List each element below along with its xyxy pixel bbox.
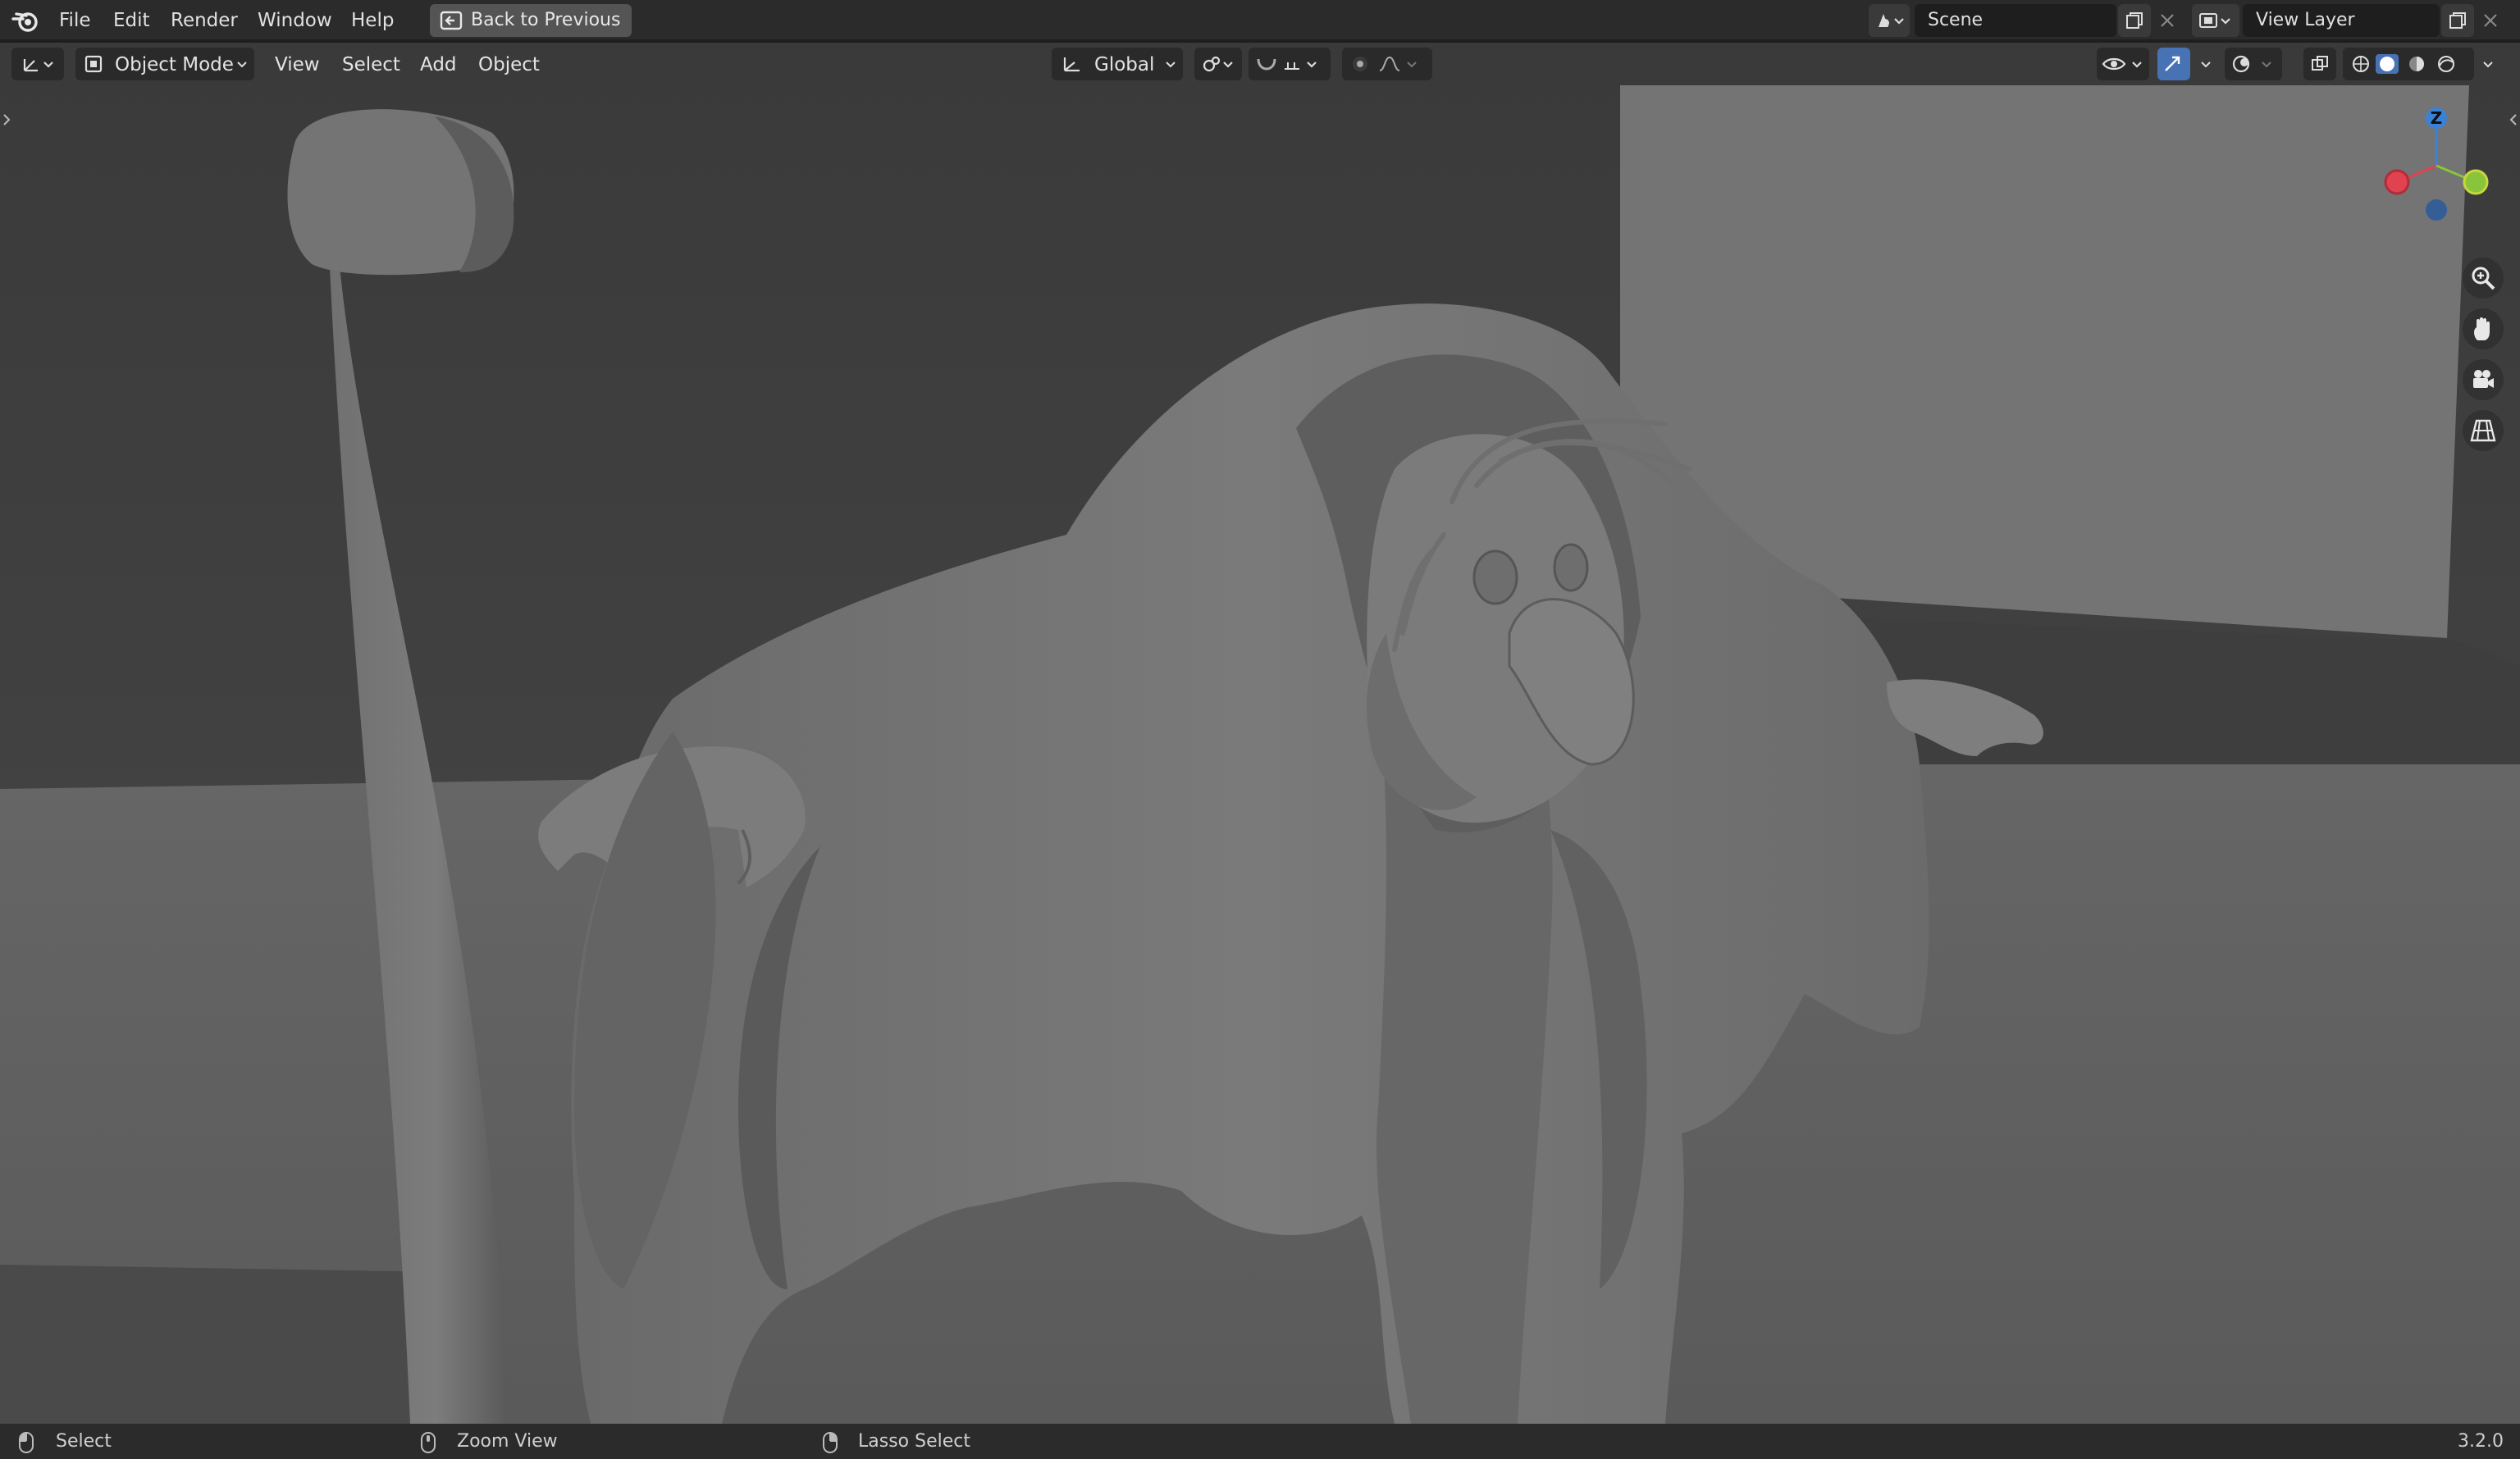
sculpt-render (0, 43, 2520, 1424)
mouse-left-icon (19, 1432, 34, 1453)
menu-select[interactable]: Select (342, 43, 400, 87)
mouse-right-icon (823, 1432, 838, 1453)
editor-type-button[interactable] (11, 48, 64, 80)
zoom-icon (2472, 267, 2495, 290)
mode-selector[interactable]: Object Mode (75, 48, 254, 80)
xray-toggle[interactable] (2303, 48, 2336, 80)
eye-icon (2102, 57, 2142, 71)
menu-window[interactable]: Window (258, 0, 332, 41)
menu-add[interactable]: Add (420, 43, 457, 87)
mode-label: Object Mode (115, 54, 234, 75)
gizmo-icon (2165, 56, 2180, 71)
scene-name: Scene (1928, 10, 1984, 30)
orientation-label: Global (1094, 54, 1155, 75)
status-lasso-select: Lasso Select (858, 1431, 970, 1452)
gizmo-toggle[interactable] (2157, 48, 2190, 80)
camera-icon (2473, 370, 2494, 388)
blender-logo-icon[interactable] (11, 7, 41, 34)
axes-icon (23, 59, 53, 72)
top-menu-bar: File Edit Render Window Help Back to Pre… (0, 0, 2520, 41)
chevron-down-icon (237, 62, 247, 68)
3d-viewport[interactable]: Object Mode View Select Add Object Globa… (0, 43, 2520, 1424)
pan-button[interactable] (2463, 308, 2504, 349)
mouse-middle-icon (421, 1432, 436, 1453)
back-arrow-icon (440, 11, 463, 30)
object-mode-icon (84, 55, 103, 73)
pivot-icon (1203, 56, 1233, 72)
new-view-layer-button[interactable] (2441, 4, 2474, 37)
snap-toggle[interactable] (1249, 48, 1331, 80)
proportional-editing-toggle[interactable] (1342, 48, 1432, 80)
zoom-button[interactable] (2463, 258, 2504, 299)
chevron-down-icon (2483, 62, 2493, 68)
chevron-down-icon (2201, 62, 2211, 68)
grid-icon (2470, 419, 2496, 442)
status-zoom-view: Zoom View (457, 1431, 558, 1452)
proportional-icon (1353, 56, 1417, 71)
version-label: 3.2.0 (2458, 1431, 2504, 1452)
orientation-icon (1063, 57, 1080, 72)
close-icon (2161, 14, 2174, 27)
magnet-icon (1257, 58, 1317, 71)
shading-mode-buttons[interactable] (2343, 48, 2474, 80)
view-layer-name: View Layer (2256, 10, 2355, 30)
duplicate-icon (2449, 12, 2466, 29)
new-scene-button[interactable] (2118, 4, 2151, 37)
status-select: Select (56, 1431, 112, 1452)
scene-browse-button[interactable] (1869, 4, 1910, 37)
chevron-down-icon (1166, 62, 1176, 68)
sidebar-expand-icon[interactable] (2509, 112, 2518, 128)
duplicate-icon (2126, 12, 2143, 29)
gizmo-z-label: Z (2431, 108, 2443, 128)
view-layer-browse-button[interactable] (2192, 4, 2239, 37)
visibility-selector[interactable] (2097, 48, 2149, 80)
ortho-toggle-button[interactable] (2463, 410, 2504, 451)
back-to-previous-button[interactable]: Back to Previous (430, 4, 632, 37)
status-bar: Select Zoom View Lasso Select 3.2.0 (0, 1424, 2520, 1459)
back-button-label: Back to Previous (471, 10, 621, 30)
menu-file[interactable]: File (59, 0, 91, 41)
hand-icon (2474, 317, 2490, 340)
overlays-toggle[interactable] (2225, 48, 2282, 80)
scene-name-field[interactable]: Scene (1915, 4, 2116, 37)
camera-view-button[interactable] (2463, 359, 2504, 400)
view-layer-icon (2199, 13, 2230, 28)
xray-icon (2312, 56, 2328, 71)
delete-view-layer-button[interactable] (2476, 4, 2505, 37)
toolbar-expand-icon[interactable] (2, 112, 11, 128)
view-layer-name-field[interactable]: View Layer (2243, 4, 2440, 37)
menu-render[interactable]: Render (171, 0, 238, 41)
navigation-gizmo[interactable]: Z (2371, 100, 2502, 231)
menu-edit[interactable]: Edit (113, 0, 150, 41)
delete-scene-button[interactable] (2152, 4, 2182, 37)
menu-view[interactable]: View (275, 43, 320, 87)
scene-icon (1879, 14, 1904, 27)
close-icon (2484, 14, 2497, 27)
viewport-header: Object Mode View Select Add Object Globa… (0, 43, 2520, 87)
pivot-point-selector[interactable] (1194, 48, 1242, 80)
menu-help[interactable]: Help (351, 0, 394, 41)
transform-orientation-selector[interactable]: Global (1052, 48, 1183, 80)
shading-icons (2353, 54, 2454, 74)
overlays-icon (2232, 55, 2271, 73)
menu-object[interactable]: Object (478, 43, 540, 87)
